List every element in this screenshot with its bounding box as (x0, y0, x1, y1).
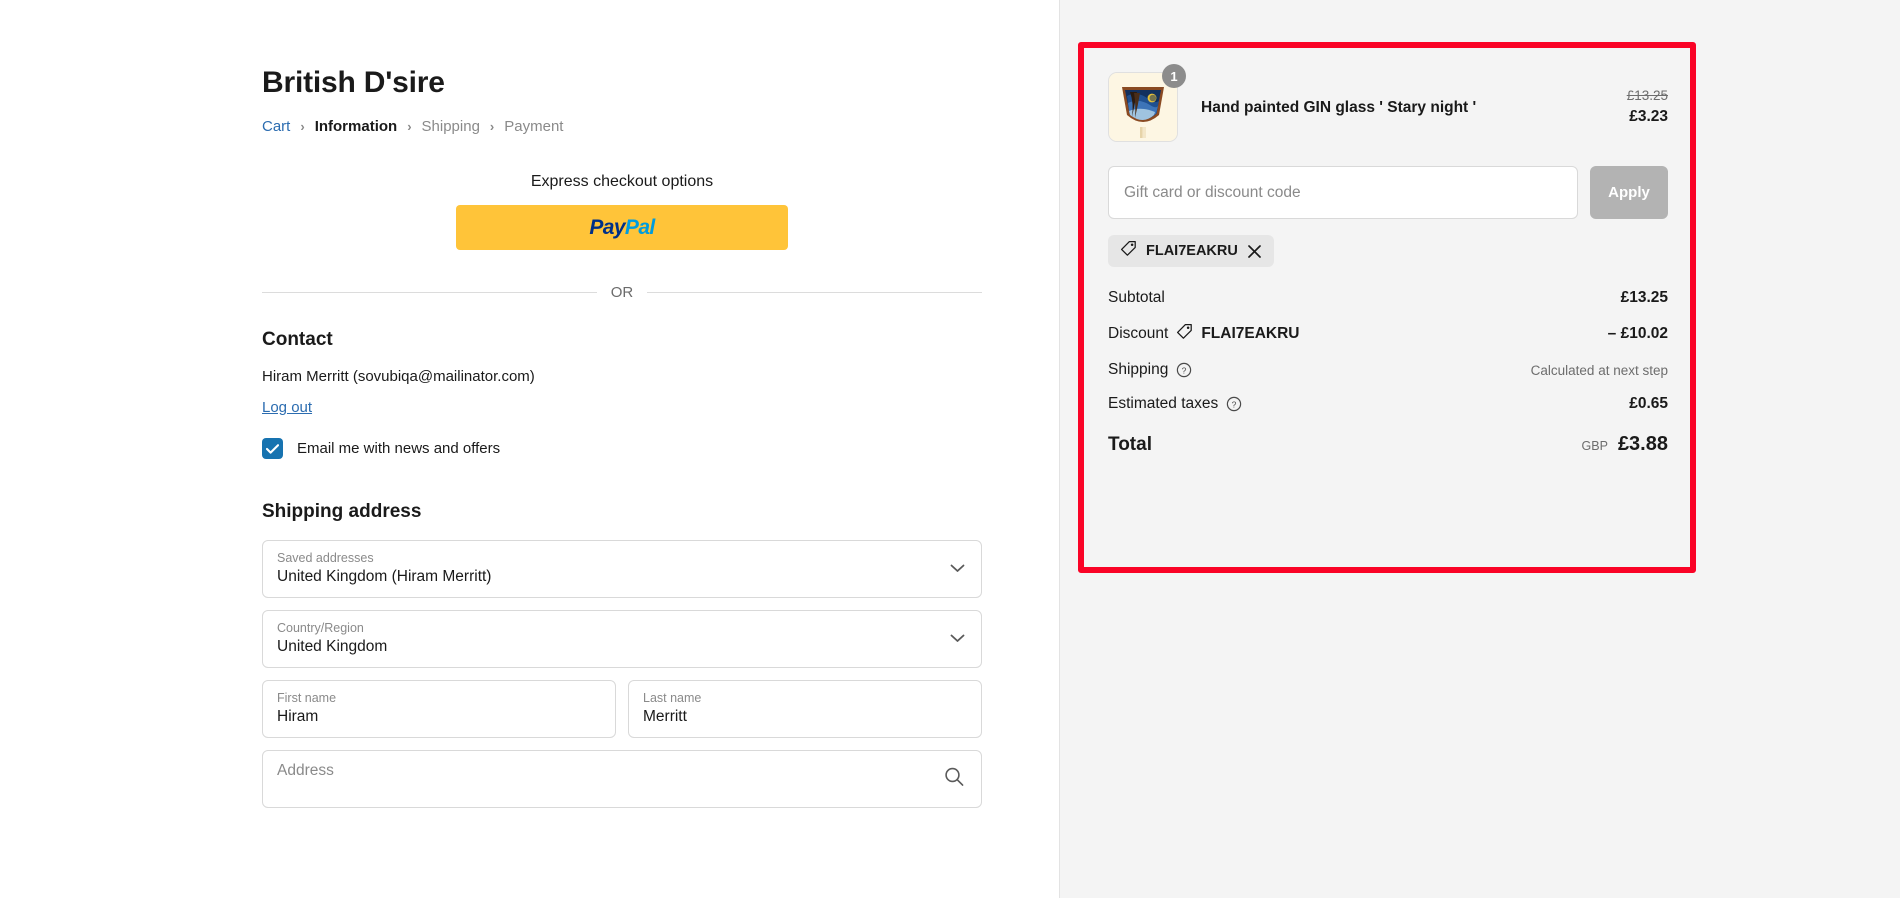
newsletter-checkbox[interactable] (262, 438, 283, 459)
help-info-icon[interactable]: ? (1226, 396, 1242, 412)
summary-line-label: Shipping ? (1108, 361, 1192, 379)
country-region-select[interactable]: Country/Region United Kingdom (262, 610, 982, 668)
breadcrumb: Cart › Information › Shipping › Payment (262, 118, 982, 135)
first-name-label: First name (277, 691, 337, 705)
summary-line-label: Estimated taxes ? (1108, 395, 1242, 413)
name-fields-row: First name Hiram Last name Merritt (262, 680, 982, 750)
quantity-badge: 1 (1162, 64, 1186, 88)
summary-line-discount: Discount FLAI7EAKRU – £10.02 (1108, 323, 1668, 345)
search-icon[interactable] (943, 766, 965, 793)
tag-icon (1120, 240, 1137, 262)
breadcrumb-information[interactable]: Information (315, 118, 398, 135)
log-out-link[interactable]: Log out (262, 399, 312, 416)
country-region-value: United Kingdom (277, 638, 388, 655)
breadcrumb-cart[interactable]: Cart (262, 118, 290, 135)
newsletter-label: Email me with news and offers (297, 440, 501, 457)
summary-line-label: Subtotal (1108, 289, 1165, 307)
saved-addresses-value: United Kingdom (Hiram Merritt) (277, 568, 492, 585)
product-title: Hand painted GIN glass ' Stary night ' (1201, 98, 1477, 116)
order-summary: 1 Hand painted GIN glass ' Stary night '… (1108, 64, 1668, 456)
discount-value: – £10.02 (1607, 325, 1668, 342)
total-label: Total (1108, 433, 1152, 455)
summary-line-taxes: Estimated taxes ? £0.65 (1108, 395, 1668, 413)
summary-line-label: Discount FLAI7EAKRU (1108, 323, 1299, 345)
taxes-value: £0.65 (1629, 395, 1668, 412)
order-summary-column: 1 Hand painted GIN glass ' Stary night '… (1060, 0, 1900, 898)
taxes-label: Estimated taxes (1108, 395, 1219, 412)
total-amount-group: GBP £3.88 (1582, 433, 1668, 456)
shipping-value: Calculated at next step (1530, 362, 1668, 378)
chevron-right-icon: › (300, 119, 305, 134)
divider-line-right (647, 292, 982, 293)
divider-label: OR (610, 284, 634, 301)
contact-identity: Hiram Merritt (sovubiqa@mailinator.com) (262, 368, 535, 385)
subtotal-label: Subtotal (1108, 289, 1165, 306)
shipping-label: Shipping (1108, 361, 1169, 378)
breadcrumb-payment[interactable]: Payment (504, 118, 563, 135)
applied-discount-chip: FLAI7EAKRU (1108, 235, 1274, 267)
summary-line-total: Total GBP £3.88 (1108, 433, 1668, 456)
paypal-logo-pal: Pal (624, 215, 655, 239)
express-checkout-heading: Express checkout options (530, 173, 714, 190)
last-name-field[interactable]: Last name Merritt (628, 680, 982, 738)
help-info-icon[interactable]: ? (1176, 362, 1192, 378)
country-region-label: Country/Region (277, 621, 364, 635)
newsletter-checkbox-row[interactable]: Email me with news and offers (262, 438, 982, 459)
remove-discount-icon[interactable] (1247, 244, 1262, 259)
discount-code-row: Apply (1108, 166, 1668, 219)
total-currency: GBP (1581, 439, 1608, 453)
order-line-item: 1 Hand painted GIN glass ' Stary night '… (1108, 64, 1668, 142)
first-name-value: Hiram (277, 708, 319, 725)
price-original: £13.25 (1626, 88, 1668, 103)
checkout-form-column: British D'sire Cart › Information › Ship… (0, 0, 1060, 898)
contact-heading: Contact (262, 329, 333, 350)
product-prices: £13.25 £3.23 (1627, 88, 1668, 126)
total-amount: £3.88 (1617, 433, 1668, 455)
chevron-down-icon (950, 560, 965, 578)
apply-discount-button[interactable]: Apply (1590, 166, 1668, 219)
or-divider: OR (262, 284, 982, 301)
saved-addresses-label: Saved addresses (277, 551, 374, 565)
address-placeholder: Address (277, 762, 334, 779)
paypal-logo: PayPal (589, 215, 655, 240)
paypal-express-button[interactable]: PayPal (456, 205, 788, 250)
first-name-field[interactable]: First name Hiram (262, 680, 616, 738)
product-thumbnail-wrap: 1 (1108, 64, 1186, 142)
tag-icon (1176, 323, 1193, 345)
chevron-right-icon: › (489, 119, 495, 134)
last-name-label: Last name (643, 691, 702, 705)
summary-line-shipping: Shipping ? Calculated at next step (1108, 361, 1668, 379)
discount-code-input[interactable] (1108, 166, 1578, 219)
page-title: British D'sire (262, 66, 445, 99)
discount-code-label: FLAI7EAKRU (1201, 325, 1300, 342)
summary-line-subtotal: Subtotal £13.25 (1108, 289, 1668, 307)
check-icon (266, 443, 279, 454)
discount-label: Discount (1108, 325, 1169, 342)
chevron-right-icon: › (407, 119, 412, 134)
saved-addresses-select[interactable]: Saved addresses United Kingdom (Hiram Me… (262, 540, 982, 598)
svg-text:?: ? (1232, 399, 1237, 409)
checkout-page: British D'sire Cart › Information › Ship… (0, 0, 1900, 898)
last-name-value: Merritt (643, 708, 687, 725)
chevron-down-icon (950, 630, 965, 648)
svg-text:?: ? (1182, 365, 1187, 375)
price-current: £3.23 (1629, 108, 1668, 125)
address-field[interactable]: Address (262, 750, 982, 808)
applied-discount-code: FLAI7EAKRU (1146, 243, 1238, 259)
divider-line-left (262, 292, 597, 293)
paypal-logo-pay: Pay (589, 215, 625, 239)
subtotal-value: £13.25 (1620, 289, 1668, 306)
shipping-address-heading: Shipping address (262, 501, 422, 522)
breadcrumb-shipping[interactable]: Shipping (422, 118, 480, 135)
